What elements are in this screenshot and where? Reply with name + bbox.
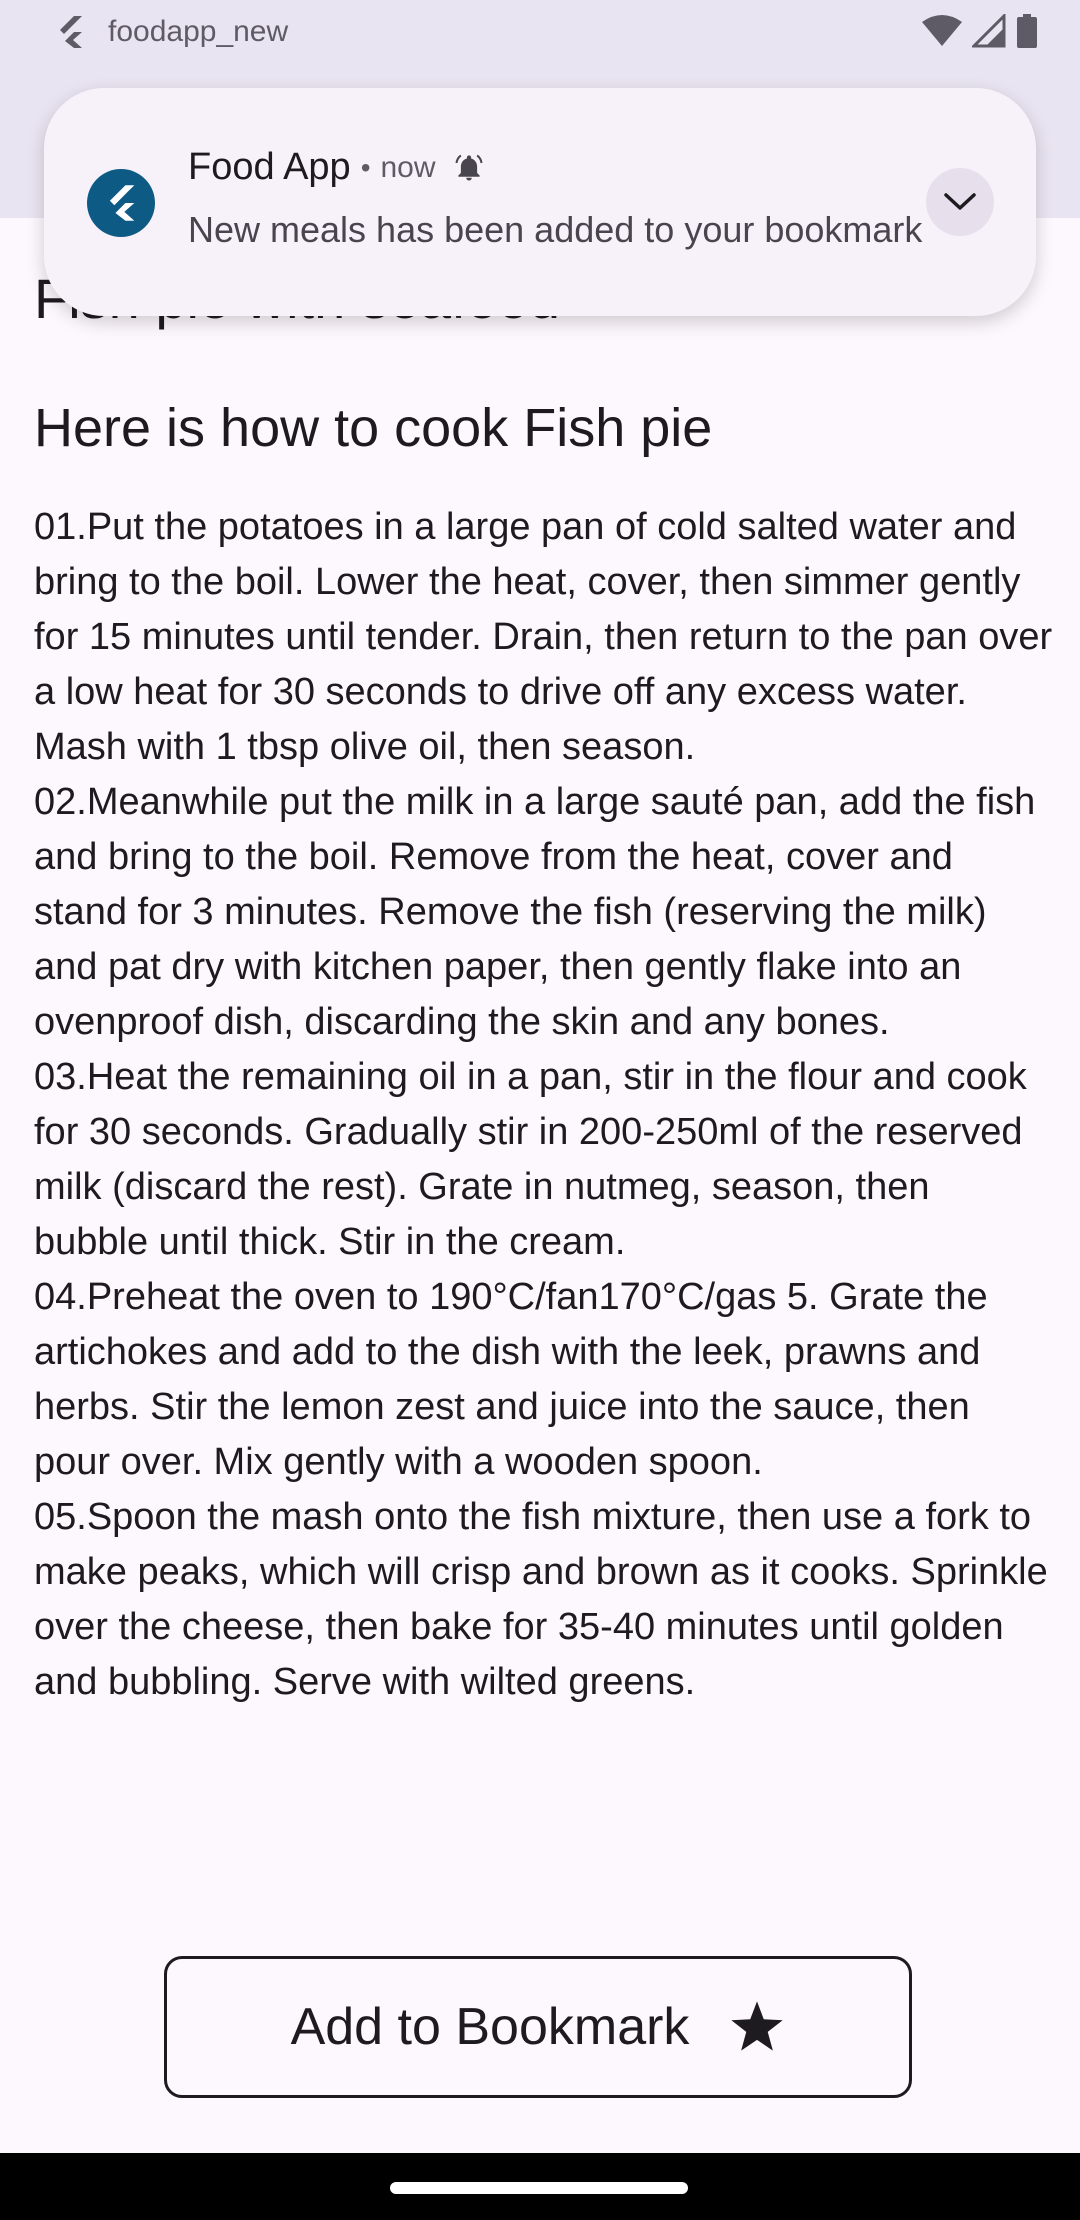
notification-card[interactable]: Food App • now New meals has been added … bbox=[44, 88, 1036, 316]
recipe-step-1: 01.Put the potatoes in a large pan of co… bbox=[34, 506, 1053, 768]
add-to-bookmark-button[interactable]: Add to Bookmark bbox=[164, 1956, 912, 2098]
star-icon bbox=[731, 2001, 784, 2051]
home-indicator[interactable] bbox=[390, 2182, 688, 2194]
notification-app-name: Food App bbox=[188, 146, 351, 188]
status-app-name: foodapp_new bbox=[108, 15, 289, 48]
status-icons bbox=[922, 14, 1038, 48]
notification-message: New meals has been added to your bookmar… bbox=[188, 209, 923, 250]
recipe-step-4: 04.Preheat the oven to 190°C/fan170°C/ga… bbox=[34, 1276, 988, 1483]
status-bar: foodapp_new bbox=[0, 0, 1080, 66]
bookmark-button-label: Add to Bookmark bbox=[290, 1998, 690, 2056]
flutter-logo-icon bbox=[60, 16, 82, 48]
notification-separator: • bbox=[360, 151, 371, 183]
wifi-icon bbox=[922, 15, 962, 46]
recipe-step-5: 05.Spoon the mash onto the fish mixture,… bbox=[34, 1496, 1048, 1703]
flutter-logo-icon bbox=[109, 185, 135, 221]
recipe-step-2: 02.Meanwhile put the milk in a large sau… bbox=[34, 781, 1036, 1043]
signal-icon bbox=[972, 14, 1006, 48]
chevron-down-icon bbox=[944, 193, 976, 210]
notification-header: Food App • now bbox=[188, 146, 484, 189]
how-to-heading: Here is how to cook Fish pie bbox=[34, 398, 713, 458]
notification-time: now bbox=[380, 150, 436, 184]
recipe-steps: 01.Put the potatoes in a large pan of co… bbox=[34, 500, 1054, 1710]
recipe-step-3: 03.Heat the remaining oil in a pan, stir… bbox=[34, 1056, 1027, 1263]
bell-icon bbox=[455, 154, 483, 180]
notification-expand-button[interactable] bbox=[926, 168, 994, 236]
notification-app-icon bbox=[87, 169, 155, 237]
battery-icon bbox=[1017, 14, 1037, 48]
